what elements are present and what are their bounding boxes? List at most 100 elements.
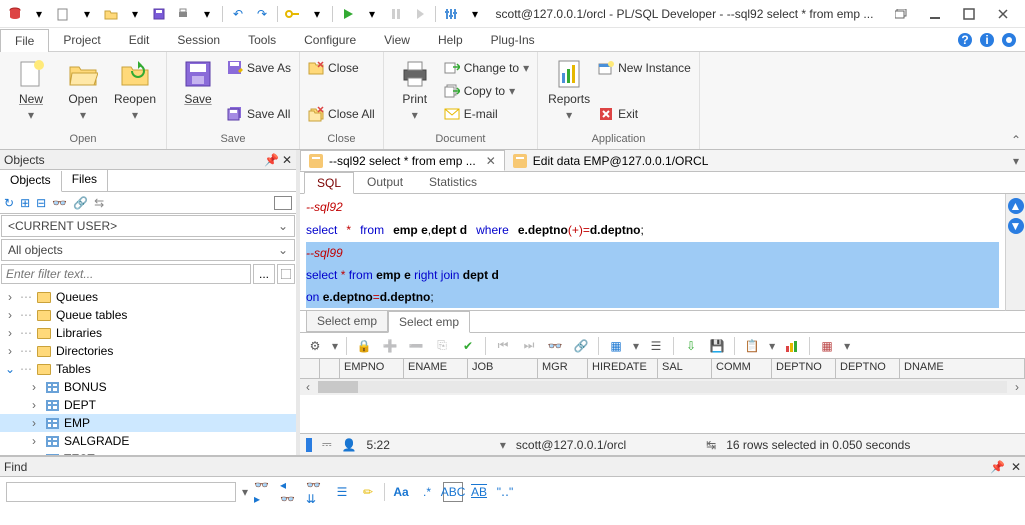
subtab-sql[interactable]: SQL: [304, 172, 354, 194]
ribbon-collapse-icon[interactable]: ⌃: [1011, 133, 1021, 147]
find-list-icon[interactable]: ☰: [332, 482, 352, 502]
doctab-sql92[interactable]: --sql92 select * from emp ... ✕: [300, 150, 505, 171]
col-deptno1[interactable]: DEPTNO: [772, 359, 836, 378]
qat-run-icon[interactable]: [339, 5, 357, 23]
qat-save-icon[interactable]: [150, 5, 168, 23]
filter-clear-button[interactable]: [277, 264, 295, 284]
find-all-icon[interactable]: 👓⇊: [306, 482, 326, 502]
open-button[interactable]: Open ▾: [60, 58, 106, 122]
menu-help[interactable]: Help: [424, 28, 477, 51]
tree-node-dept[interactable]: ›DEPT: [0, 396, 296, 414]
filter-more-button[interactable]: ...: [253, 264, 275, 284]
grid-last-icon[interactable]: ⏭: [520, 337, 538, 355]
qat-stop-icon[interactable]: [411, 5, 429, 23]
qat-print-icon[interactable]: [174, 5, 192, 23]
menu-project[interactable]: Project: [49, 28, 114, 51]
grid-lock-icon[interactable]: 🔒: [355, 337, 373, 355]
maximize-icon[interactable]: [957, 4, 981, 24]
nav-down-icon[interactable]: ▼: [1008, 218, 1024, 234]
tree-node-directories[interactable]: ›⋯Directories: [0, 342, 296, 360]
newinstance-button[interactable]: New Instance: [598, 58, 691, 78]
col-dname[interactable]: DNAME: [900, 359, 1025, 378]
menu-file[interactable]: File: [0, 29, 49, 52]
chevron-down-icon[interactable]: ▾: [466, 5, 484, 23]
status-conn-chevron[interactable]: ▾: [500, 438, 506, 452]
tree-node-emp[interactable]: ›EMP: [0, 414, 296, 432]
chevron-down-icon[interactable]: ▾: [198, 5, 216, 23]
grid-gear-icon[interactable]: ⚙: [306, 337, 324, 355]
col-sal[interactable]: SAL: [658, 359, 712, 378]
new-button[interactable]: New ▾: [8, 58, 54, 122]
changeto-button[interactable]: Change to ▾: [444, 58, 529, 78]
doctab-close-icon[interactable]: ✕: [486, 154, 496, 168]
menu-session[interactable]: Session: [163, 28, 234, 51]
col-ename[interactable]: ENAME: [404, 359, 468, 378]
info-icon[interactable]: i: [979, 32, 995, 48]
link-icon[interactable]: 🔗: [73, 196, 88, 210]
grid-find-icon[interactable]: 👓: [546, 337, 564, 355]
subtab-output[interactable]: Output: [354, 171, 416, 193]
save-button[interactable]: Save: [175, 58, 221, 106]
grid-save-icon[interactable]: 💾: [708, 337, 726, 355]
close-icon[interactable]: [991, 4, 1015, 24]
col-deptno2[interactable]: DEPTNO: [836, 359, 900, 378]
saveall-button[interactable]: Save All: [227, 104, 291, 124]
subtab-statistics[interactable]: Statistics: [416, 171, 490, 193]
print-button[interactable]: Print ▾: [392, 58, 438, 122]
grid-add-icon[interactable]: ➕: [381, 337, 399, 355]
find-whole-icon[interactable]: AB: [469, 482, 489, 502]
color-box[interactable]: [274, 196, 292, 210]
doctab-editdata[interactable]: Edit data EMP@127.0.0.1/ORCL: [505, 150, 717, 171]
grid-view-icon[interactable]: ▦: [607, 337, 625, 355]
qat-settings-icon[interactable]: [442, 5, 460, 23]
find-wrap-icon[interactable]: "‥": [495, 482, 515, 502]
filter-toggle-icon[interactable]: ⇆: [94, 196, 104, 210]
pin-icon[interactable]: 📌: [990, 460, 1005, 474]
find-input[interactable]: [6, 482, 236, 502]
tree-node-tables[interactable]: ⌄⋯Tables: [0, 360, 296, 378]
help-icon[interactable]: ?: [957, 32, 973, 48]
tab-nav-button[interactable]: ▾: [1007, 154, 1025, 168]
sql-editor[interactable]: --sql92 select * from emp e,dept d where…: [300, 194, 1005, 311]
menu-edit[interactable]: Edit: [115, 28, 164, 51]
col-job[interactable]: JOB: [468, 359, 538, 378]
tree-node-libraries[interactable]: ›⋯Libraries: [0, 324, 296, 342]
col-empno[interactable]: EMPNO: [340, 359, 404, 378]
find-regex-icon[interactable]: .*: [417, 482, 437, 502]
qat-open-icon[interactable]: [102, 5, 120, 23]
restore-inner-icon[interactable]: [889, 4, 913, 24]
col-rownum[interactable]: [300, 359, 320, 378]
saveas-button[interactable]: Save As: [227, 58, 291, 78]
grid-chart-icon[interactable]: [783, 337, 801, 355]
find-icon[interactable]: 👓: [52, 196, 67, 210]
tree-node-salgrade[interactable]: ›SALGRADE: [0, 432, 296, 450]
menu-tools[interactable]: Tools: [234, 28, 290, 51]
qat-pause-icon[interactable]: [387, 5, 405, 23]
expand-icon[interactable]: ⊞: [20, 196, 30, 210]
tree-node-bonus[interactable]: ›BONUS: [0, 378, 296, 396]
menu-configure[interactable]: Configure: [290, 28, 370, 51]
grid-copy-icon[interactable]: 📋: [743, 337, 761, 355]
grid-table-icon[interactable]: ▦: [818, 337, 836, 355]
result-tab-2[interactable]: Select emp: [388, 311, 470, 333]
qat-db-icon[interactable]: [6, 5, 24, 23]
find-case-icon[interactable]: Aa: [391, 482, 411, 502]
closeall-button[interactable]: Close All: [308, 104, 375, 124]
grid-remove-icon[interactable]: ➖: [407, 337, 425, 355]
find-mark-icon[interactable]: ✏: [358, 482, 378, 502]
tree-node-test[interactable]: ›TEST: [0, 450, 296, 455]
chevron-down-icon[interactable]: ▾: [363, 5, 381, 23]
result-tab-1[interactable]: Select emp: [306, 310, 388, 332]
collapse-icon[interactable]: ⊟: [36, 196, 46, 210]
reopen-button[interactable]: Reopen ▾: [112, 58, 158, 122]
close-button[interactable]: Close: [308, 58, 375, 78]
reports-button[interactable]: Reports ▾: [546, 58, 592, 122]
menu-plugins[interactable]: Plug-Ins: [477, 28, 549, 51]
chevron-down-icon[interactable]: ▾: [126, 5, 144, 23]
qat-undo-icon[interactable]: ↶: [229, 5, 247, 23]
results-grid[interactable]: EMPNO ENAME JOB MGR HIREDATE SAL COMM DE…: [300, 359, 1025, 433]
exit-button[interactable]: Exit: [598, 104, 691, 124]
find-close-icon[interactable]: ✕: [1011, 460, 1021, 474]
col-marker[interactable]: [320, 359, 340, 378]
col-comm[interactable]: COMM: [712, 359, 772, 378]
